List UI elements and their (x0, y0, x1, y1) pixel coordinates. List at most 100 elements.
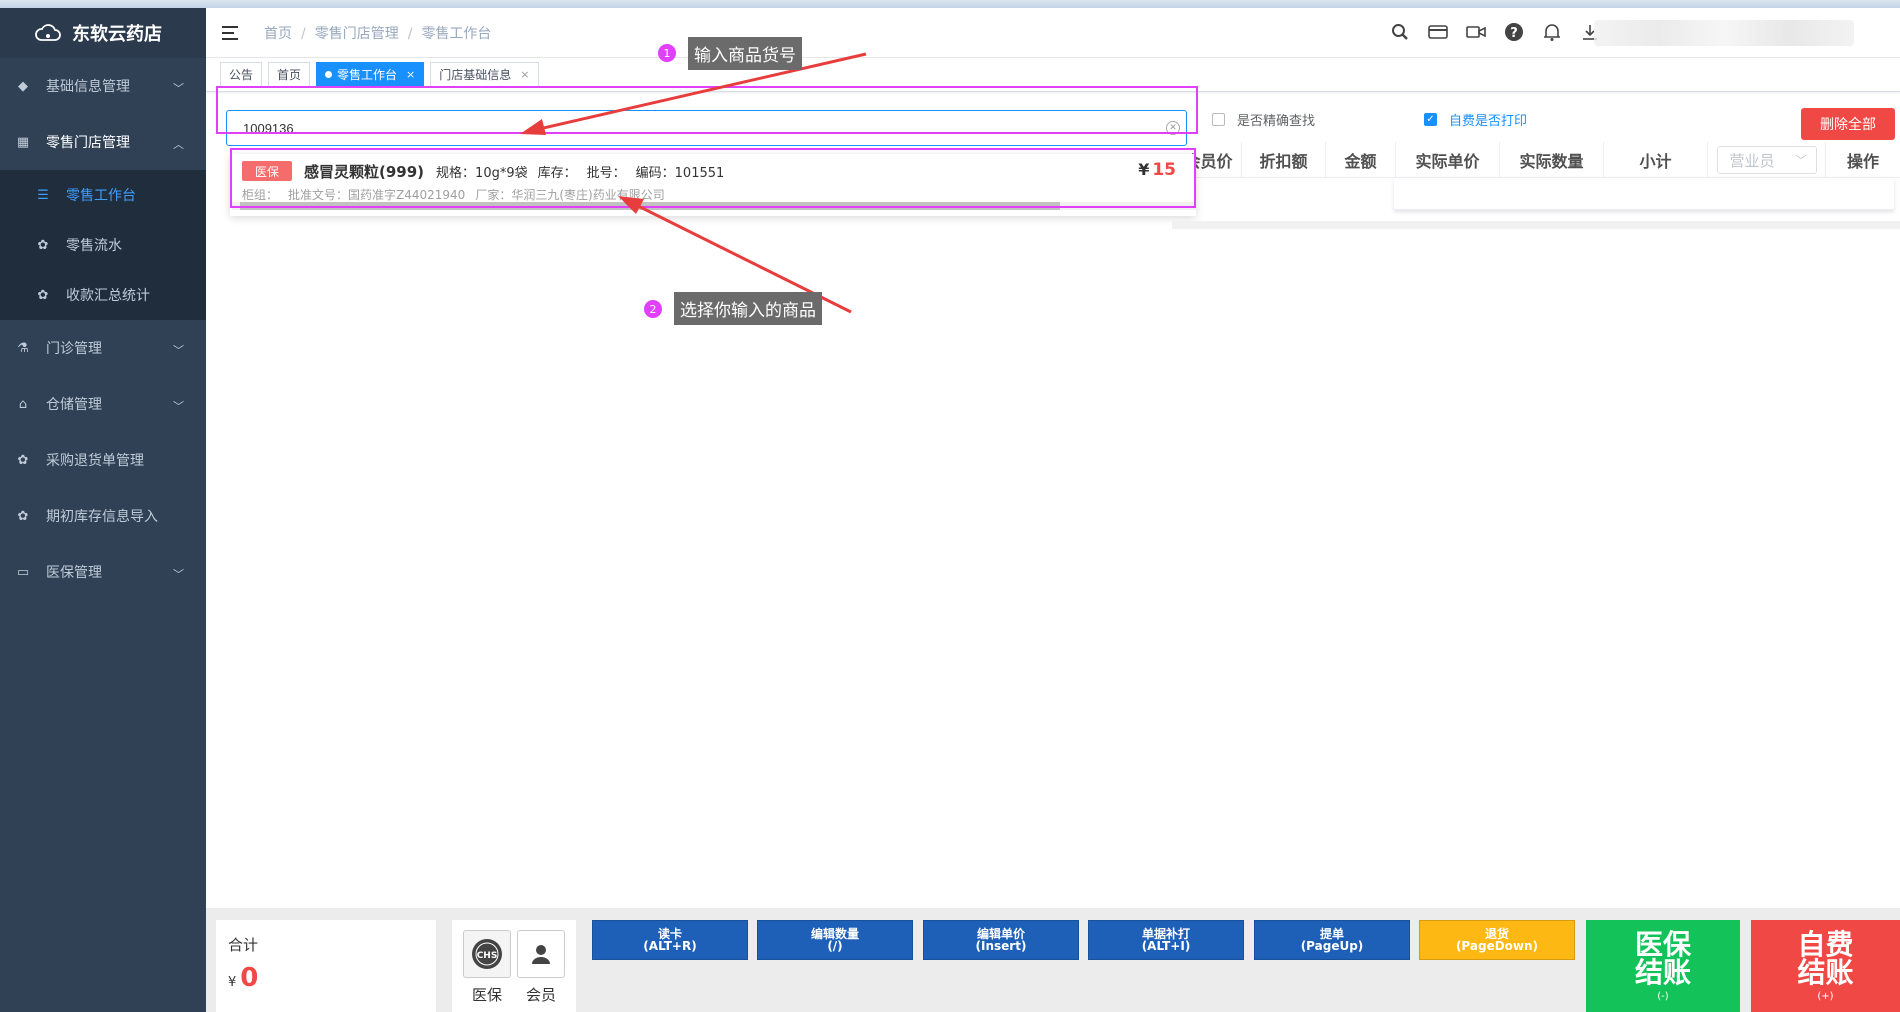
table-horizontal-scrollbar[interactable] (1172, 221, 1900, 229)
submenu-retail: ☰ 零售工作台 ✿ 零售流水 ✿ 收款汇总统计 (0, 170, 206, 320)
tab-label: 首页 (277, 68, 302, 82)
read-card-button[interactable]: 读卡 (ALT+R) (592, 920, 748, 960)
close-icon[interactable]: × (406, 68, 415, 81)
checkbox-label: 自费是否打印 (1449, 114, 1528, 129)
search-icon[interactable] (1390, 22, 1410, 42)
user-info-blurred (1594, 20, 1854, 46)
pay-member[interactable]: 会员 (517, 930, 565, 1012)
mortar-icon: ⚗ (17, 340, 29, 356)
button-shortcut: (PageUp) (1300, 939, 1364, 953)
select-placeholder: 营业员 (1729, 151, 1775, 170)
insurance-checkout-button[interactable]: 医保结账 (-) (1586, 920, 1740, 1012)
card-icon: ▭ (16, 564, 30, 580)
annotation-arrows (520, 52, 867, 314)
total-amount: 0 (240, 963, 259, 993)
sidebar-item-label: 仓储管理 (46, 397, 102, 413)
sidebar-item-retail-store[interactable]: ▦ 零售门店管理 ︿ (0, 114, 206, 170)
chevron-down-icon: ﹀ (173, 82, 184, 95)
sidebar-item-retail-workbench[interactable]: ☰ 零售工作台 (0, 170, 206, 220)
list-icon: ☰ (37, 187, 49, 203)
close-icon[interactable]: × (520, 68, 529, 81)
card-icon[interactable] (1428, 22, 1448, 42)
col-subtotal: 小计 (1604, 142, 1708, 178)
col-action: 操作 (1846, 152, 1879, 171)
button-label: 自费结账 (1797, 927, 1854, 989)
chevron-down-icon: ﹀ (1795, 154, 1807, 167)
payment-type-box: CHS 医保 会员 (452, 920, 576, 1012)
total-value: ¥0 (228, 963, 424, 993)
breadcrumb-retail-store: 零售门店管理 (314, 25, 399, 42)
col-actual-qty: 实际数量 (1500, 142, 1604, 178)
checkbox-label: 是否精确查找 (1237, 114, 1316, 129)
tab-label: 零售工作台 (337, 68, 398, 82)
tab-store-basic-info[interactable]: 门店基础信息 × (430, 61, 539, 88)
bell-icon[interactable] (1542, 22, 1562, 42)
checkout-footer: 合计 ¥0 CHS 医保 会员 读卡 (ALT+R) 编辑数量 (/) 编辑单价 (I… (206, 908, 1900, 1012)
button-shortcut: (+) (1817, 990, 1834, 1002)
tab-label: 门店基础信息 (439, 68, 512, 82)
delete-all-button[interactable]: 删除全部 (1801, 108, 1895, 140)
sidebar-item-label: 零售门店管理 (46, 135, 130, 151)
main-area: 首页 / 零售门店管理 / 零售工作台 ? 公告 首页 零售工作台 × 门店基础信息 × ✕… (206, 8, 1900, 1012)
sidebar-item-initial-stock-import[interactable]: ✿ 期初库存信息导入 (0, 488, 206, 544)
sidebar-item-collection-summary[interactable]: ✿ 收款汇总统计 (0, 270, 206, 320)
button-shortcut: (Insert) (975, 939, 1027, 953)
gear-icon: ✿ (37, 287, 49, 303)
col-discount: 折扣额 (1242, 142, 1326, 178)
exact-search-checkbox[interactable]: 是否精确查找 (1212, 110, 1315, 129)
submit-order-button[interactable]: 提单 (PageUp) (1254, 920, 1410, 960)
button-label: 医保结账 (1635, 927, 1692, 989)
col-salesperson: 营业员 ﹀ (1708, 142, 1826, 178)
gear-icon: ✿ (17, 452, 29, 468)
pay-label: 医保 (471, 986, 502, 1004)
sidebar-item-label: 期初库存信息导入 (46, 509, 158, 525)
sidebar-item-clinic[interactable]: ⚗ 门诊管理 ﹀ (0, 320, 206, 376)
tab-home[interactable]: 首页 (268, 61, 311, 88)
sidebar-item-medical-insurance[interactable]: ▭ 医保管理 ﹀ (0, 544, 206, 600)
sidebar-item-label: 医保管理 (46, 565, 102, 581)
step2-callout: 选择你输入的商品 (674, 292, 822, 325)
video-icon[interactable] (1466, 22, 1486, 42)
tab-retail-workbench[interactable]: 零售工作台 × (316, 61, 425, 88)
tab-label: 公告 (229, 68, 254, 82)
step2-number: 2 (644, 300, 662, 318)
step1-number: 1 (658, 44, 676, 62)
annotation-box-result (230, 148, 1196, 208)
store-icon: ▦ (16, 134, 30, 150)
navbar-icons: ? (1390, 22, 1600, 42)
self-pay-checkout-button[interactable]: 自费结账 (+) (1751, 920, 1900, 1012)
self-pay-print-checkbox[interactable]: ✓ 自费是否打印 (1424, 110, 1527, 129)
edit-quantity-button[interactable]: 编辑数量 (/) (757, 920, 913, 960)
sidebar-item-purchase-return[interactable]: ✿ 采购退货单管理 (0, 432, 206, 488)
pay-medical-insurance[interactable]: CHS 医保 (463, 930, 511, 1012)
return-goods-button[interactable]: 退货 (PageDown) (1419, 920, 1575, 960)
chs-icon: CHS (463, 930, 511, 978)
help-icon[interactable]: ? (1504, 22, 1524, 42)
breadcrumb-home[interactable]: 首页 (264, 26, 292, 42)
hamburger-icon[interactable] (222, 25, 240, 40)
salesperson-select[interactable]: 营业员 ﹀ (1716, 146, 1817, 174)
breadcrumb: 首页 / 零售门店管理 / 零售工作台 (264, 23, 491, 43)
button-shortcut: (PageDown) (1455, 939, 1539, 953)
sidebar-item-warehouse[interactable]: ⌂ 仓储管理 ﹀ (0, 376, 206, 432)
button-shortcut: (ALT+R) (643, 939, 697, 953)
cart-table-header: 会员价 折扣额 金额 实际单价 实际数量 小计 营业员 ﹀ 操作 (1176, 142, 1900, 178)
sidebar-item-basic-info[interactable]: ◆ 基础信息管理 ﹀ (0, 58, 206, 114)
breadcrumb-separator: / (301, 25, 306, 42)
cloud-icon (34, 22, 62, 44)
chevron-down-icon: ﹀ (173, 344, 184, 357)
active-dot-icon (325, 71, 333, 78)
cart-table-body (1394, 178, 1894, 210)
sidebar-item-retail-flow[interactable]: ✿ 零售流水 (0, 220, 206, 270)
gear-icon: ✿ (37, 237, 49, 253)
sidebar-item-label: 零售工作台 (66, 188, 136, 204)
reprint-button[interactable]: 单据补打 (ALT+I) (1088, 920, 1244, 960)
button-shortcut: (-) (1657, 990, 1669, 1002)
sidebar-item-label: 基础信息管理 (46, 79, 130, 95)
edit-price-button[interactable]: 编辑单价 (Insert) (923, 920, 1079, 960)
currency-symbol: ¥ (228, 975, 237, 990)
gear-icon: ✿ (17, 508, 29, 524)
chevron-up-icon: ︿ (173, 138, 184, 151)
chevron-down-icon: ﹀ (173, 400, 184, 413)
tab-announcement[interactable]: 公告 (220, 61, 263, 88)
